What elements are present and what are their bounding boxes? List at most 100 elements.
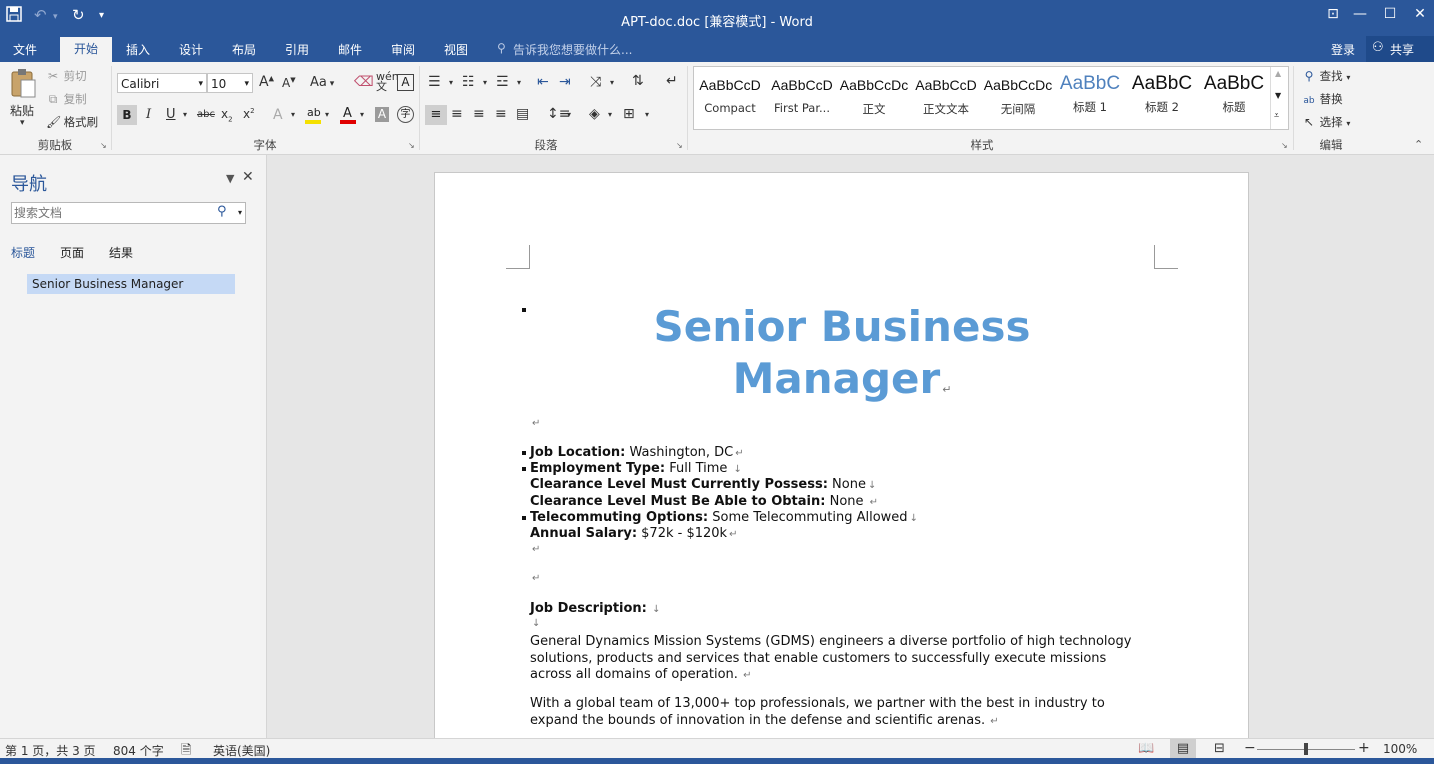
italic-icon[interactable]: I: [146, 107, 151, 122]
multilevel-dropdown-icon[interactable]: ▾: [517, 78, 521, 87]
borders-icon[interactable]: ⊞: [623, 106, 635, 122]
nav-tab-pages[interactable]: 页面: [60, 244, 84, 261]
bullets-dropdown-icon[interactable]: ▾: [449, 78, 453, 87]
style-item[interactable]: AaBbC 标题: [1198, 67, 1270, 129]
chinese-layout-icon[interactable]: ⤨: [590, 74, 601, 90]
decrease-indent-icon[interactable]: ⇤: [537, 74, 549, 90]
align-center-icon[interactable]: ≡: [451, 106, 463, 122]
nav-tab-results[interactable]: 结果: [109, 244, 133, 261]
tab-insert[interactable]: 插入: [126, 41, 150, 58]
cut-button[interactable]: ✂ 剪切: [46, 68, 87, 84]
document-page[interactable]: Senior Business Manager ↵ ↵ Job Location:…: [434, 172, 1249, 738]
tab-mailings[interactable]: 邮件: [338, 41, 362, 58]
style-item[interactable]: AaBbC 标题 2: [1126, 67, 1198, 129]
maximize-icon[interactable]: ☐: [1375, 6, 1405, 22]
sort-icon[interactable]: ⇅: [632, 73, 644, 89]
tab-view[interactable]: 视图: [444, 41, 468, 58]
grow-font-icon[interactable]: A▲: [259, 74, 274, 90]
enclose-characters-icon[interactable]: 字: [397, 106, 414, 123]
tab-layout[interactable]: 布局: [232, 41, 256, 58]
tab-design[interactable]: 设计: [179, 41, 203, 58]
style-item[interactable]: AaBbCcDc 正文: [838, 67, 910, 129]
login-link[interactable]: 登录: [1331, 41, 1355, 58]
underline-icon[interactable]: U: [166, 107, 176, 122]
nav-options-icon[interactable]: ▼: [226, 172, 234, 185]
format-painter-button[interactable]: 🖌 格式刷: [46, 114, 98, 130]
align-right-icon[interactable]: ≡: [473, 106, 485, 122]
tab-file[interactable]: 文件: [13, 41, 37, 58]
character-border-icon[interactable]: A: [397, 74, 414, 91]
font-name-combo[interactable]: Calibri ▾: [117, 73, 207, 93]
paragraph-launcher-icon[interactable]: ↘: [676, 141, 683, 150]
chinese-layout-dropdown-icon[interactable]: ▾: [610, 78, 614, 87]
underline-dropdown-icon[interactable]: ▾: [183, 110, 187, 119]
styles-more-icon[interactable]: ⩡: [1274, 111, 1279, 121]
character-shading-icon[interactable]: A: [375, 107, 389, 122]
search-icon[interactable]: ⚲: [217, 204, 227, 219]
numbering-dropdown-icon[interactable]: ▾: [483, 78, 487, 87]
zoom-out-icon[interactable]: −: [1244, 740, 1256, 756]
superscript-icon[interactable]: x2: [243, 107, 255, 121]
search-dropdown-icon[interactable]: ▾: [238, 208, 242, 217]
text-effects-icon[interactable]: A: [273, 107, 283, 123]
style-item[interactable]: AaBbCcDc 无间隔: [982, 67, 1054, 129]
font-launcher-icon[interactable]: ↘: [408, 141, 415, 150]
close-icon[interactable]: ✕: [1405, 6, 1434, 22]
paste-button[interactable]: 粘贴 ▾: [6, 68, 40, 132]
styles-launcher-icon[interactable]: ↘: [1281, 141, 1288, 150]
clipboard-launcher-icon[interactable]: ↘: [100, 141, 107, 150]
nav-heading-item[interactable]: Senior Business Manager: [27, 274, 235, 294]
highlight-dropdown-icon[interactable]: ▾: [325, 110, 329, 119]
web-layout-icon[interactable]: ⊟: [1214, 741, 1225, 756]
minimize-icon[interactable]: —: [1345, 6, 1375, 22]
zoom-in-icon[interactable]: +: [1358, 740, 1370, 756]
page-count[interactable]: 第 1 页，共 3 页: [5, 742, 96, 759]
styles-up-icon[interactable]: ▲: [1275, 69, 1281, 78]
font-color-dropdown-icon[interactable]: ▾: [360, 110, 364, 119]
style-item[interactable]: AaBbC 标题 1: [1054, 67, 1126, 129]
show-marks-icon[interactable]: ↵: [666, 73, 678, 89]
nav-search-box[interactable]: ⚲ ▾: [11, 202, 246, 224]
collapse-ribbon-icon[interactable]: ⌃: [1414, 138, 1423, 151]
style-item[interactable]: AaBbCcD First Par...: [766, 67, 838, 129]
zoom-slider-thumb[interactable]: [1304, 743, 1308, 755]
zoom-level[interactable]: 100%: [1383, 742, 1417, 756]
nav-search-input[interactable]: [14, 204, 210, 222]
copy-button[interactable]: ⧉ 复制: [46, 91, 87, 107]
borders-dropdown-icon[interactable]: ▾: [645, 110, 649, 119]
clear-format-icon[interactable]: ⌫: [354, 74, 374, 90]
find-button[interactable]: ⚲ 查找 ▾: [1302, 68, 1351, 84]
text-effects-dropdown-icon[interactable]: ▾: [291, 110, 295, 119]
subscript-icon[interactable]: x2: [221, 107, 233, 123]
font-size-combo[interactable]: 10 ▾: [207, 73, 253, 93]
shading-icon[interactable]: ◈: [589, 106, 600, 122]
multilevel-list-icon[interactable]: ☲: [496, 74, 509, 90]
styles-down-icon[interactable]: ▼: [1275, 91, 1281, 100]
phonetic-guide-icon[interactable]: wén 文: [376, 71, 399, 92]
print-layout-icon[interactable]: ▤: [1170, 739, 1196, 759]
replace-button[interactable]: ab 替换: [1302, 91, 1342, 107]
distributed-icon[interactable]: ▤: [516, 106, 529, 122]
numbering-icon[interactable]: ☷: [462, 74, 475, 90]
style-item[interactable]: AaBbCcD 正文文本: [910, 67, 982, 129]
tab-review[interactable]: 审阅: [391, 41, 415, 58]
word-count[interactable]: 804 个字: [113, 742, 164, 759]
nav-tab-headings[interactable]: 标题: [11, 244, 35, 261]
bullets-icon[interactable]: ☰: [428, 74, 441, 90]
tab-references[interactable]: 引用: [285, 41, 309, 58]
strikethrough-icon[interactable]: abc: [197, 109, 215, 120]
align-left-icon[interactable]: ≡: [425, 105, 447, 125]
shading-dropdown-icon[interactable]: ▾: [608, 110, 612, 119]
share-button[interactable]: ⚇ 共享: [1366, 36, 1434, 62]
bold-icon[interactable]: B: [117, 105, 137, 125]
increase-indent-icon[interactable]: ⇥: [559, 74, 571, 90]
font-color-icon[interactable]: A: [340, 106, 356, 124]
ribbon-display-icon[interactable]: ⊡: [1318, 6, 1348, 22]
language-indicator[interactable]: 英语(美国): [213, 742, 270, 759]
tell-me-box[interactable]: 告诉我您想要做什么...: [513, 41, 632, 58]
select-button[interactable]: ↖ 选择 ▾: [1302, 114, 1350, 130]
justify-icon[interactable]: ≡: [495, 106, 507, 122]
line-spacing-dropdown-icon[interactable]: ▾: [567, 110, 571, 119]
style-item[interactable]: AaBbCcD Compact: [694, 67, 766, 129]
change-case-button[interactable]: Aa ▾: [310, 75, 334, 90]
